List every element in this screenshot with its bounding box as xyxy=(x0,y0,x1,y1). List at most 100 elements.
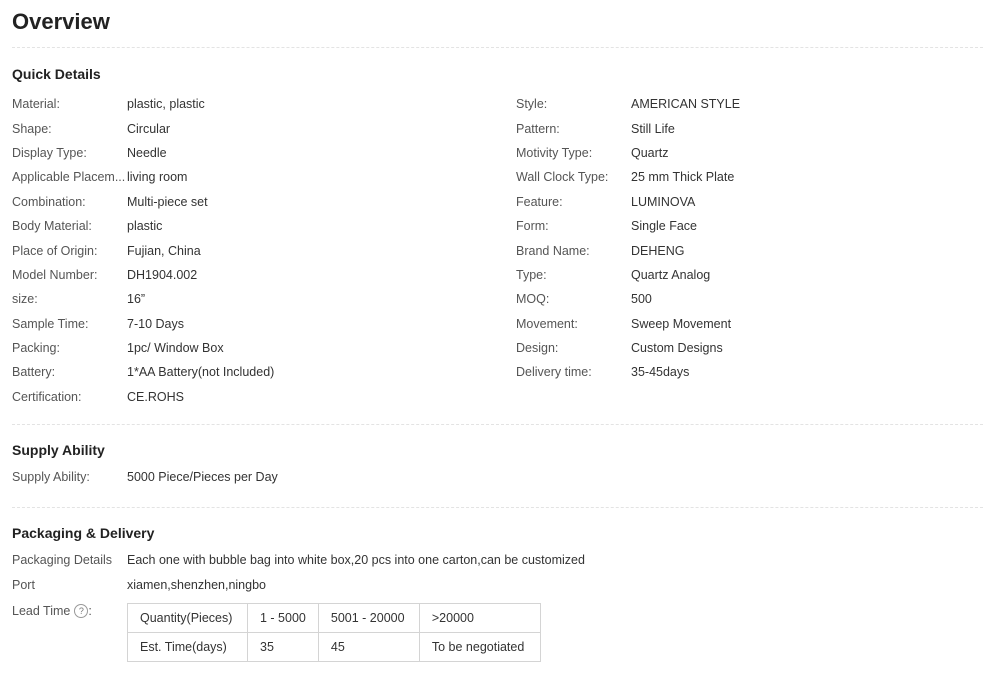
table-cell: 45 xyxy=(317,632,420,662)
page-title: Overview xyxy=(12,9,110,34)
detail-row: Port xiamen,shenzhen,ningbo xyxy=(12,572,972,596)
detail-row: size: 16” xyxy=(12,287,492,311)
detail-label: Design: xyxy=(516,341,559,356)
detail-row: Type: Quartz Analog xyxy=(516,263,995,287)
detail-label: Supply Ability: xyxy=(12,470,90,485)
detail-row: Combination: Multi-piece set xyxy=(12,190,492,214)
detail-row: Model Number: DH1904.002 xyxy=(12,263,492,287)
detail-label: Brand Name: xyxy=(516,243,590,258)
detail-label: Form: xyxy=(516,219,549,234)
detail-label: Port xyxy=(12,577,35,592)
lead-time-table: Quantity(Pieces) 1 - 5000 5001 - 20000 >… xyxy=(127,603,541,662)
detail-value: 1pc/ Window Box xyxy=(127,341,224,356)
lead-time-label: Lead Time ? : xyxy=(12,604,92,618)
detail-label: Movement: xyxy=(516,316,578,331)
detail-label: Type: xyxy=(516,267,547,282)
divider xyxy=(12,507,983,508)
lead-time-colon: : xyxy=(88,604,92,618)
detail-value: LUMINOVA xyxy=(631,194,696,209)
detail-value: Custom Designs xyxy=(631,341,723,356)
detail-row: Display Type: Needle xyxy=(12,141,492,165)
detail-value: plastic xyxy=(127,219,163,234)
detail-label: size: xyxy=(12,292,38,307)
detail-label: Wall Clock Type: xyxy=(516,170,609,185)
detail-row: Movement: Sweep Movement xyxy=(516,312,995,336)
detail-row: Delivery time: 35-45days xyxy=(516,360,995,384)
detail-value: DEHENG xyxy=(631,243,685,258)
table-cell: 1 - 5000 xyxy=(247,603,319,633)
detail-label: Material: xyxy=(12,97,60,112)
detail-value: Still Life xyxy=(631,121,675,136)
detail-row: Body Material: plastic xyxy=(12,214,492,238)
detail-value: Quartz Analog xyxy=(631,267,711,282)
detail-value: Single Face xyxy=(631,219,698,234)
detail-row: Pattern: Still Life xyxy=(516,116,995,140)
detail-row: Battery: 1*AA Battery(not Included) xyxy=(12,360,492,384)
detail-label: Style: xyxy=(516,97,548,112)
detail-label: Applicable Placem... xyxy=(12,170,126,185)
detail-label: Certification: xyxy=(12,389,82,404)
detail-row: Packaging Details Each one with bubble ba… xyxy=(12,548,972,572)
detail-value: Fujian, China xyxy=(127,243,201,258)
table-cell: Quantity(Pieces) xyxy=(127,603,248,633)
detail-label: Delivery time: xyxy=(516,365,592,380)
detail-value: 25 mm Thick Plate xyxy=(631,170,735,185)
detail-row: Feature: LUMINOVA xyxy=(516,190,995,214)
detail-value: Multi-piece set xyxy=(127,194,208,209)
detail-label: Battery: xyxy=(12,365,56,380)
detail-value: 1*AA Battery(not Included) xyxy=(127,365,275,380)
detail-row: Wall Clock Type: 25 mm Thick Plate xyxy=(516,165,995,189)
detail-value: Each one with bubble bag into white box,… xyxy=(127,553,585,568)
detail-label: Combination: xyxy=(12,194,86,209)
detail-label: Motivity Type: xyxy=(516,145,593,160)
supply-ability-section: Supply Ability: 5000 Piece/Pieces per Day xyxy=(12,465,972,489)
detail-value: Circular xyxy=(127,121,171,136)
detail-value: plastic, plastic xyxy=(127,97,205,112)
detail-row: Shape: Circular xyxy=(12,116,492,140)
question-circle-icon[interactable]: ? xyxy=(74,604,89,618)
detail-value: Needle xyxy=(127,145,167,160)
detail-label: Sample Time: xyxy=(12,316,89,331)
detail-label: Place of Origin: xyxy=(12,243,98,258)
detail-row: Brand Name: DEHENG xyxy=(516,238,995,262)
detail-label: Packing: xyxy=(12,341,60,356)
detail-value: 7-10 Days xyxy=(127,316,184,331)
detail-value: AMERICAN STYLE xyxy=(631,97,741,112)
quick-details-right-column: Style: AMERICAN STYLE Pattern: Still Life … xyxy=(516,92,995,385)
detail-row: Motivity Type: Quartz xyxy=(516,141,995,165)
detail-row: Certification: CE.ROHS xyxy=(12,385,492,409)
detail-label: Pattern: xyxy=(516,121,560,136)
detail-row: MOQ: 500 xyxy=(516,287,995,311)
table-row: Quantity(Pieces) 1 - 5000 5001 - 20000 >… xyxy=(127,603,541,633)
detail-value: CE.ROHS xyxy=(127,389,184,404)
detail-row: Material: plastic, plastic xyxy=(12,92,492,116)
table-cell: 5001 - 20000 xyxy=(317,603,420,633)
table-cell: Est. Time(days) xyxy=(127,632,248,662)
detail-row: Design: Custom Designs xyxy=(516,336,995,360)
detail-label: Packaging Details xyxy=(12,553,113,568)
detail-value: DH1904.002 xyxy=(127,267,198,282)
detail-row: Style: AMERICAN STYLE xyxy=(516,92,995,116)
detail-row: Packing: 1pc/ Window Box xyxy=(12,336,492,360)
detail-label: Display Type: xyxy=(12,145,87,160)
detail-label: Shape: xyxy=(12,121,52,136)
detail-value: living room xyxy=(127,170,188,185)
detail-value: Quartz xyxy=(631,145,669,160)
quick-details-left-column: Material: plastic, plastic Shape: Circular… xyxy=(12,92,492,409)
table-row: Est. Time(days) 35 45 To be negotiated xyxy=(127,632,541,662)
detail-label: Body Material: xyxy=(12,219,92,234)
detail-row: Supply Ability: 5000 Piece/Pieces per Day xyxy=(12,465,972,489)
divider xyxy=(12,424,983,425)
detail-label: Feature: xyxy=(516,194,563,209)
table-cell: To be negotiated xyxy=(418,632,541,662)
table-cell: >20000 xyxy=(418,603,541,633)
detail-row: Applicable Placem... living room xyxy=(12,165,492,189)
divider xyxy=(12,47,983,48)
detail-label: MOQ: xyxy=(516,292,550,307)
detail-value: xiamen,shenzhen,ningbo xyxy=(127,577,266,592)
detail-value: 5000 Piece/Pieces per Day xyxy=(127,470,278,485)
lead-time-text: Lead Time xyxy=(12,604,71,618)
detail-value: 35-45days xyxy=(631,365,690,380)
table-cell: 35 xyxy=(247,632,319,662)
detail-value: 500 xyxy=(631,292,652,307)
